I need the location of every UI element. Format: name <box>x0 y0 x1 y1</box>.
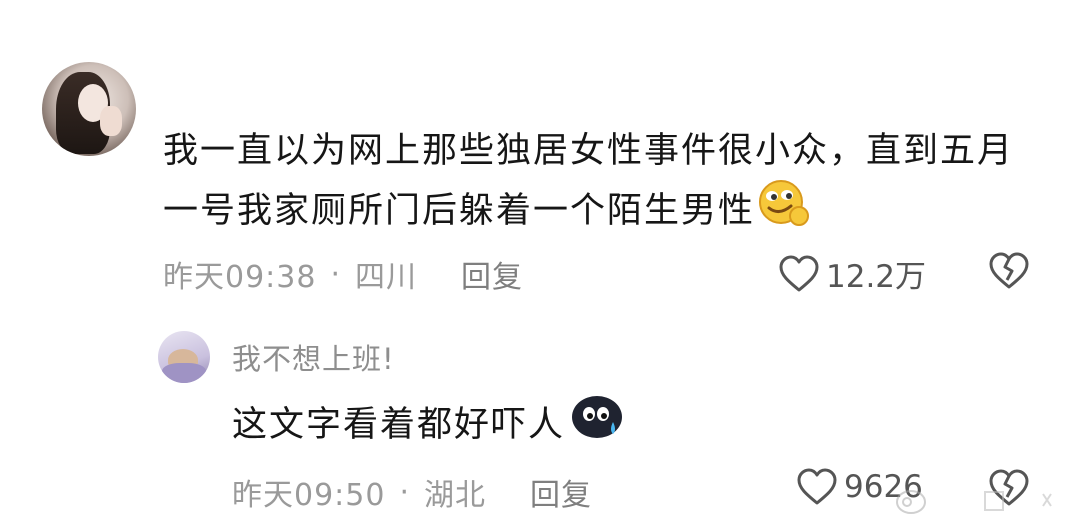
reply-button[interactable]: 回复 <box>461 252 523 296</box>
reply-button[interactable]: 回复 <box>530 470 592 514</box>
comment-thread: 我一直以为网上那些独居女性事件很小众，直到五月一号我家厕所门后躲着一个陌生男性 … <box>0 0 1080 532</box>
comment-body: 我一直以为网上那些独居女性事件很小众，直到五月一号我家厕所门后躲着一个陌生男性 <box>163 124 1043 246</box>
broken-heart-outline-icon <box>989 252 1029 289</box>
commenter-avatar[interactable] <box>42 62 136 156</box>
like-button[interactable]: 12.2万 <box>778 251 926 296</box>
smirk-face-emoji-icon <box>757 178 813 246</box>
heart-outline-icon <box>797 468 837 505</box>
like-count: 12.2万 <box>826 259 927 295</box>
meta-separator: · <box>330 256 342 292</box>
reply-text: 这文字看着都好吓人 <box>232 405 566 445</box>
dislike-button[interactable] <box>988 252 1030 294</box>
reply-meta: 昨天09:50 · 湖北 回复 <box>232 470 592 514</box>
meta-separator: · <box>399 474 411 510</box>
scared-black-blob-emoji-icon <box>569 392 625 458</box>
comment-location: 四川 <box>355 260 418 295</box>
reply-location: 湖北 <box>424 478 487 513</box>
comment-meta: 昨天09:38 · 四川 回复 <box>163 252 523 296</box>
reply-body: 这文字看着都好吓人 <box>232 392 625 458</box>
watermark <box>893 480 1063 520</box>
reply-avatar[interactable] <box>158 331 210 383</box>
heart-outline-icon <box>779 255 819 291</box>
reply-time: 昨天09:50 <box>232 478 386 513</box>
comment-time: 昨天09:38 <box>163 260 317 295</box>
comment-text: 我一直以为网上那些独居女性事件很小众，直到五月一号我家厕所门后躲着一个陌生男性 <box>163 131 1015 231</box>
reply-username[interactable]: 我不想上班! <box>232 336 395 378</box>
